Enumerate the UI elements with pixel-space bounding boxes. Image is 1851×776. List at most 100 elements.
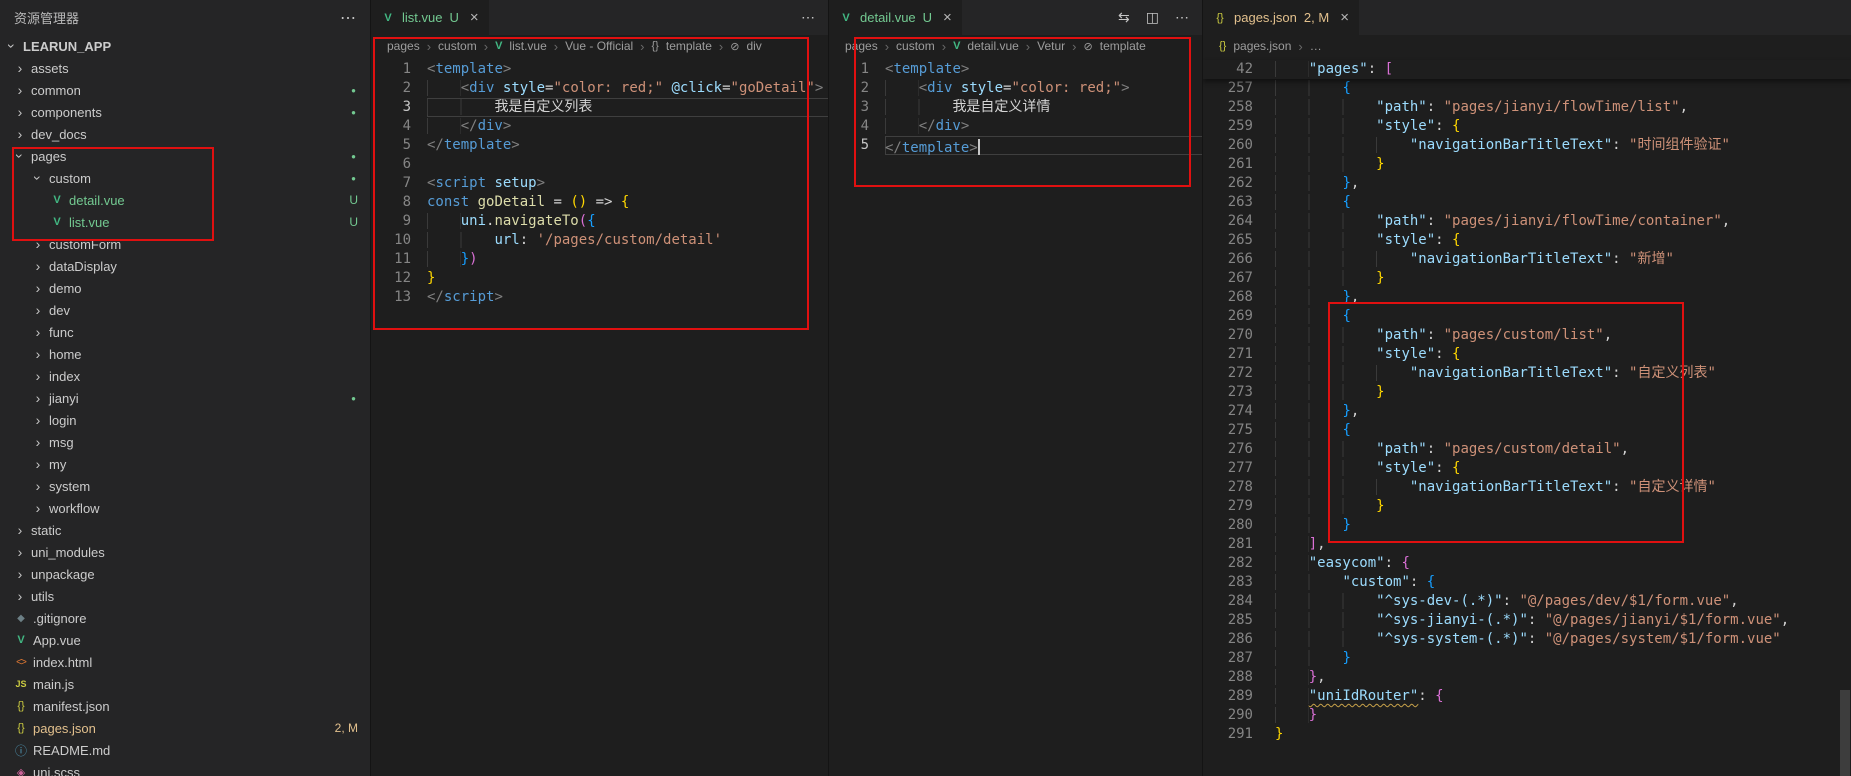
code-line[interactable]: 270 "path": "pages/custom/list", (1203, 326, 1851, 345)
tree-item-uni.scss[interactable]: ◈uni.scss (0, 761, 370, 776)
code-line[interactable]: 271 "style": { (1203, 345, 1851, 364)
tree-item-App.vue[interactable]: VApp.vue (0, 629, 370, 651)
breadcrumb-item[interactable]: list.vue (509, 39, 546, 53)
code-line[interactable]: 273 } (1203, 383, 1851, 402)
code-line[interactable]: 9 uni.navigateTo({ (371, 212, 829, 231)
explorer-more-actions-icon[interactable]: ⋯ (340, 8, 356, 28)
tree-item-assets[interactable]: ›assets (0, 57, 370, 79)
code-line[interactable]: 3 我是自定义详情 (829, 98, 1203, 117)
breadcrumb-item[interactable]: detail.vue (967, 39, 1018, 53)
code-line[interactable]: 280 } (1203, 516, 1851, 535)
tree-item-my[interactable]: ›my (0, 453, 370, 475)
tree-item-msg[interactable]: ›msg (0, 431, 370, 453)
more-icon[interactable]: ⋯ (1175, 9, 1189, 26)
code-line[interactable]: 262 }, (1203, 174, 1851, 193)
tree-item-components[interactable]: ›components● (0, 101, 370, 123)
code-line[interactable]: 276 "path": "pages/custom/detail", (1203, 440, 1851, 459)
tree-item-uni_modules[interactable]: ›uni_modules (0, 541, 370, 563)
tree-item-list.vue[interactable]: Vlist.vueU (0, 211, 370, 233)
code-line[interactable]: 265 "style": { (1203, 231, 1851, 250)
code-line[interactable]: 282 "easycom": { (1203, 554, 1851, 573)
sticky-scroll-line[interactable]: 42 "pages": [ (1203, 60, 1851, 79)
code-line[interactable]: 13</script> (371, 288, 829, 307)
tab-list.vue[interactable]: Vlist.vueU× (371, 0, 490, 35)
breadcrumb-item[interactable]: pages (845, 39, 878, 53)
tree-item-customForm[interactable]: ›customForm (0, 233, 370, 255)
breadcrumb-item[interactable]: custom (438, 39, 477, 53)
code-line[interactable]: 4 </div> (371, 117, 829, 136)
code-line[interactable]: 4 </div> (829, 117, 1203, 136)
tree-root-learun-app[interactable]: › LEARUN_APP (0, 35, 370, 57)
code-line[interactable]: 274 }, (1203, 402, 1851, 421)
tab-pages.json[interactable]: {}pages.json2, M× (1203, 0, 1360, 35)
tree-item-unpackage[interactable]: ›unpackage (0, 563, 370, 585)
code-line[interactable]: 286 "^sys-system-(.*)": "@/pages/system/… (1203, 630, 1851, 649)
compare-icon[interactable]: ⇆ (1118, 9, 1130, 26)
code-line[interactable]: 5</template> (371, 136, 829, 155)
code-area[interactable]: 1<template>2 <div style="color: red;">3 … (829, 57, 1203, 776)
breadcrumb-item[interactable]: custom (896, 39, 935, 53)
breadcrumb-item[interactable]: template (1100, 39, 1146, 53)
code-line[interactable]: 269 { (1203, 307, 1851, 326)
code-line[interactable]: 6 (371, 155, 829, 174)
breadcrumb-item[interactable]: pages (387, 39, 420, 53)
code-line[interactable]: 278 "navigationBarTitleText": "自定义详情" (1203, 478, 1851, 497)
code-line[interactable]: 260 "navigationBarTitleText": "时间组件验证" (1203, 136, 1851, 155)
code-line[interactable]: 290 } (1203, 706, 1851, 725)
tree-item-manifest.json[interactable]: {}manifest.json (0, 695, 370, 717)
code-line[interactable]: 268 }, (1203, 288, 1851, 307)
code-line[interactable]: 1<template> (829, 60, 1203, 79)
tree-item-login[interactable]: ›login (0, 409, 370, 431)
code-line[interactable]: 288 }, (1203, 668, 1851, 687)
code-line[interactable]: 259 "style": { (1203, 117, 1851, 136)
tree-item-custom[interactable]: ›custom● (0, 167, 370, 189)
code-line[interactable]: 284 "^sys-dev-(.*)": "@/pages/dev/$1/for… (1203, 592, 1851, 611)
code-line[interactable]: 272 "navigationBarTitleText": "自定义列表" (1203, 364, 1851, 383)
tree-item-pages.json[interactable]: {}pages.json2, M (0, 717, 370, 739)
code-line[interactable]: 277 "style": { (1203, 459, 1851, 478)
scrollbar-thumb[interactable] (1840, 690, 1850, 776)
tree-item-detail.vue[interactable]: Vdetail.vueU (0, 189, 370, 211)
code-line[interactable]: 275 { (1203, 421, 1851, 440)
tree-item-index[interactable]: ›index (0, 365, 370, 387)
code-line[interactable]: 289 "uniIdRouter": { (1203, 687, 1851, 706)
code-line[interactable]: 2 <div style="color: red;" @click="goDet… (371, 79, 829, 98)
tree-item-workflow[interactable]: ›workflow (0, 497, 370, 519)
code-line[interactable]: 279 } (1203, 497, 1851, 516)
breadcrumb-item[interactable]: div (746, 39, 761, 53)
tree-item-pages[interactable]: ›pages● (0, 145, 370, 167)
code-line[interactable]: 261 } (1203, 155, 1851, 174)
tree-item-main.js[interactable]: JSmain.js (0, 673, 370, 695)
more-icon[interactable]: ⋯ (801, 9, 815, 26)
code-line[interactable]: 281 ], (1203, 535, 1851, 554)
close-tab-icon[interactable]: × (1340, 9, 1349, 26)
close-tab-icon[interactable]: × (470, 9, 479, 26)
code-area[interactable]: 42 "pages": [257 {258 "path": "pages/jia… (1203, 57, 1851, 776)
code-line[interactable]: 285 "^sys-jianyi-(.*)": "@/pages/jianyi/… (1203, 611, 1851, 630)
tree-item-index.html[interactable]: <>index.html (0, 651, 370, 673)
split-icon[interactable]: ◫ (1146, 9, 1159, 26)
tree-item-system[interactable]: ›system (0, 475, 370, 497)
tree-item-func[interactable]: ›func (0, 321, 370, 343)
breadcrumb-item[interactable]: template (666, 39, 712, 53)
code-line[interactable]: 1<template> (371, 60, 829, 79)
tree-item-.gitignore[interactable]: ◆.gitignore (0, 607, 370, 629)
tree-item-dev_docs[interactable]: ›dev_docs (0, 123, 370, 145)
code-line[interactable]: 3 我是自定义列表 (371, 98, 829, 117)
breadcrumb-item[interactable]: pages.json (1233, 39, 1291, 53)
code-line[interactable]: 8const goDetail = () => { (371, 193, 829, 212)
code-line[interactable]: 12} (371, 269, 829, 288)
tree-item-jianyi[interactable]: ›jianyi● (0, 387, 370, 409)
code-line[interactable]: 263 { (1203, 193, 1851, 212)
code-line[interactable]: 283 "custom": { (1203, 573, 1851, 592)
tree-item-dev[interactable]: ›dev (0, 299, 370, 321)
code-line[interactable]: 258 "path": "pages/jianyi/flowTime/list"… (1203, 98, 1851, 117)
close-tab-icon[interactable]: × (943, 9, 952, 26)
code-line[interactable]: 257 { (1203, 79, 1851, 98)
code-line[interactable]: 7<script setup> (371, 174, 829, 193)
breadcrumb-item[interactable]: … (1310, 39, 1322, 53)
code-area[interactable]: 1<template>2 <div style="color: red;" @c… (371, 57, 829, 776)
code-line[interactable]: 267 } (1203, 269, 1851, 288)
breadcrumb-item[interactable]: Vue - Official (565, 39, 633, 53)
code-line[interactable]: 291} (1203, 725, 1851, 744)
